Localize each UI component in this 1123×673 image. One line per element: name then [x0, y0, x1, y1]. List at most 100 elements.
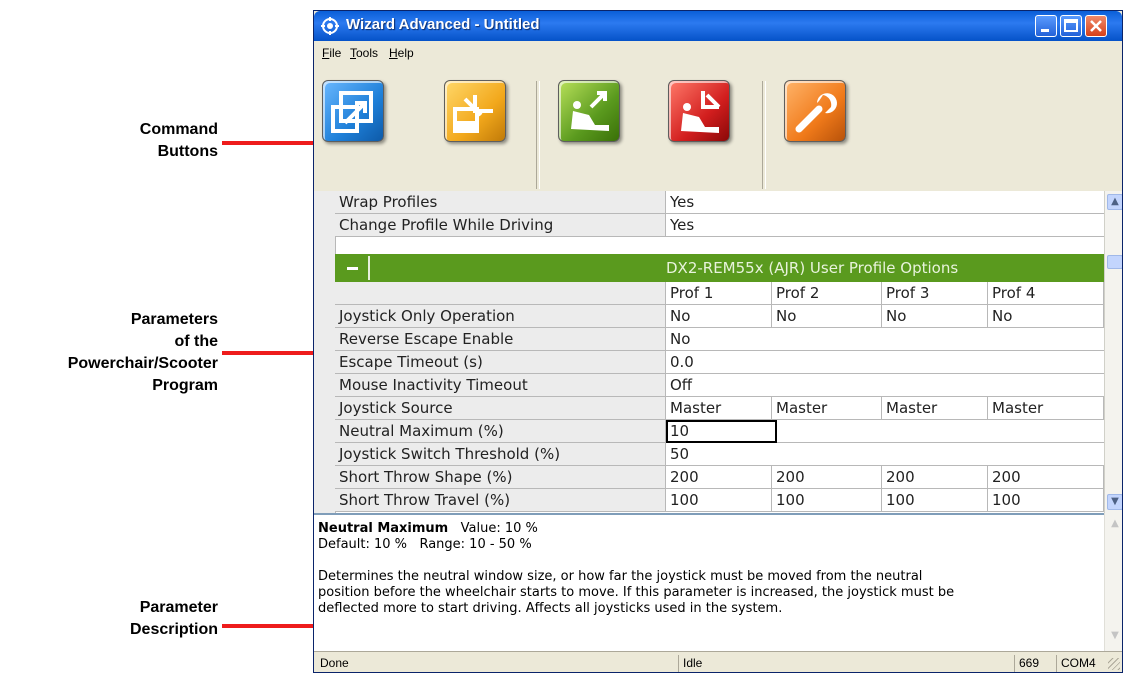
window-title: Wizard Advanced - Untitled — [346, 16, 540, 33]
selected-cell-editor[interactable] — [666, 420, 777, 443]
table-row[interactable]: Short Throw Travel (%) 100 100 100 100 — [335, 489, 1104, 512]
grid-row-gutter — [314, 191, 336, 513]
status-bar: Done Idle 669 COM4 — [314, 651, 1122, 672]
param-label: Mouse Inactivity Timeout — [335, 374, 666, 397]
desc-scroll-down-button[interactable]: ▼ — [1107, 629, 1122, 645]
write-to-system-icon — [453, 95, 493, 133]
chevron-down-icon: ▼ — [1111, 496, 1119, 507]
settings-button[interactable] — [784, 80, 846, 142]
table-row[interactable]: Joystick Source Master Master Master Mas… — [335, 397, 1104, 420]
parameter-grid: Wrap Profiles Yes Change Profile While D… — [314, 191, 1104, 513]
command-buttons-annotation: Command Buttons — [139, 121, 218, 160]
table-row[interactable]: Neutral Maximum (%) 10 — [335, 420, 1104, 443]
scroll-down-button[interactable]: ▼ — [1107, 494, 1122, 510]
param-label: Change Profile While Driving — [335, 214, 666, 237]
param-value[interactable]: 200 — [666, 466, 772, 489]
description-scrollbar[interactable]: ▲ ▼ — [1104, 513, 1122, 651]
param-value[interactable]: 100 — [882, 489, 988, 512]
param-label: Neutral Maximum (%) — [335, 420, 666, 443]
desc-header-line: Neutral Maximum Value: 10 % — [318, 521, 1104, 537]
table-row[interactable]: Reverse Escape Enable No — [335, 328, 1104, 351]
resize-grip-icon[interactable] — [1108, 658, 1120, 670]
collapse-group-button[interactable] — [339, 258, 365, 278]
write-to-chair-icon — [681, 91, 721, 133]
param-label: Wrap Profiles — [335, 191, 666, 214]
param-label: Joystick Source — [335, 397, 666, 420]
param-value[interactable]: 100 — [666, 489, 772, 512]
table-row[interactable]: Joystick Switch Threshold (%) 50 — [335, 443, 1104, 466]
param-label: Short Throw Travel (%) — [335, 489, 666, 512]
param-value[interactable]: 0.0 — [666, 351, 1104, 374]
close-button[interactable] — [1085, 15, 1107, 37]
profile-options-group-header: DX2-REM55x (AJR) User Profile Options — [335, 254, 1104, 282]
param-label: Joystick Only Operation — [335, 305, 666, 328]
minimize-button[interactable] — [1035, 15, 1057, 37]
scroll-thumb[interactable] — [1107, 255, 1122, 269]
read-from-system-icon — [331, 91, 373, 133]
menu-help[interactable]: Help — [389, 46, 414, 60]
desc-value: Value: 10 % — [460, 521, 538, 536]
app-icon — [321, 17, 339, 35]
status-idle: Idle — [678, 655, 1014, 672]
chevron-up-icon: ▲ — [1111, 518, 1119, 529]
table-row[interactable]: Short Throw Shape (%) 200 200 200 200 — [335, 466, 1104, 489]
profiles-header-row: Prof 1 Prof 2 Prof 3 Prof 4 — [335, 282, 1104, 305]
param-value[interactable]: 200 — [882, 466, 988, 489]
param-value[interactable]: 200 — [988, 466, 1104, 489]
maximize-icon — [1064, 19, 1078, 32]
param-value[interactable]: No — [666, 305, 772, 328]
param-value[interactable]: 100 — [772, 489, 882, 512]
maximize-button[interactable] — [1060, 15, 1082, 37]
write-to-system-button[interactable] — [444, 80, 506, 142]
param-value[interactable]: Master — [666, 397, 772, 420]
scroll-up-button[interactable]: ▲ — [1107, 194, 1122, 210]
profile-header: Prof 4 — [988, 282, 1104, 305]
param-value[interactable]: Off — [666, 374, 1104, 397]
chevron-up-icon: ▲ — [1111, 196, 1119, 207]
status-port: COM4 — [1056, 655, 1106, 672]
wrench-icon — [795, 93, 837, 133]
param-label: Escape Timeout (s) — [335, 351, 666, 374]
param-value[interactable]: No — [988, 305, 1104, 328]
param-value[interactable]: 50 — [666, 443, 1104, 466]
read-from-chair-button[interactable] — [558, 80, 620, 142]
table-row[interactable]: Escape Timeout (s) 0.0 — [335, 351, 1104, 374]
desc-param-name: Neutral Maximum — [318, 521, 449, 536]
profile-header: Prof 2 — [772, 282, 882, 305]
desc-scroll-up-button[interactable]: ▲ — [1107, 517, 1122, 533]
table-row[interactable]: Wrap Profiles Yes — [335, 191, 1104, 214]
menu-file[interactable]: File — [322, 46, 341, 60]
app-window: Wizard Advanced - Untitled File Tools He… — [313, 10, 1123, 673]
menu-tools[interactable]: Tools — [350, 46, 378, 60]
desc-default: Default: 10 % — [318, 537, 408, 552]
toolbar-separator — [536, 81, 540, 189]
close-icon — [1090, 20, 1102, 32]
param-value[interactable]: No — [882, 305, 988, 328]
parameter-description-panel: Neutral Maximum Value: 10 % Default: 10 … — [314, 513, 1104, 651]
table-row[interactable]: Mouse Inactivity Timeout Off — [335, 374, 1104, 397]
write-to-chair-button[interactable] — [668, 80, 730, 142]
param-label — [335, 282, 666, 305]
command-toolbar — [314, 65, 1122, 192]
param-label: Joystick Switch Threshold (%) — [335, 443, 666, 466]
group-header-divider — [368, 256, 370, 280]
table-row[interactable]: Joystick Only Operation No No No No — [335, 305, 1104, 328]
param-value[interactable]: No — [666, 328, 1104, 351]
param-value[interactable]: Yes — [666, 191, 1104, 214]
param-value[interactable]: Master — [988, 397, 1104, 420]
param-value[interactable]: 200 — [772, 466, 882, 489]
read-from-system-button[interactable] — [322, 80, 384, 142]
desc-body-3: deflected more to start driving. Affects… — [318, 601, 783, 616]
title-bar: Wizard Advanced - Untitled — [314, 11, 1122, 41]
profile-header: Prof 3 — [882, 282, 988, 305]
grid-scrollbar[interactable]: ▲ ▼ — [1104, 191, 1122, 513]
desc-default-line: Default: 10 % Range: 10 - 50 % — [318, 537, 1104, 553]
param-value[interactable]: Yes — [666, 214, 1104, 237]
read-from-chair-icon — [571, 91, 609, 131]
table-row[interactable]: Change Profile While Driving Yes — [335, 214, 1104, 237]
param-value[interactable]: Master — [772, 397, 882, 420]
desc-body-2: position before the wheelchair starts to… — [318, 585, 955, 600]
param-value[interactable]: No — [772, 305, 882, 328]
param-value[interactable]: Master — [882, 397, 988, 420]
param-value[interactable]: 100 — [988, 489, 1104, 512]
